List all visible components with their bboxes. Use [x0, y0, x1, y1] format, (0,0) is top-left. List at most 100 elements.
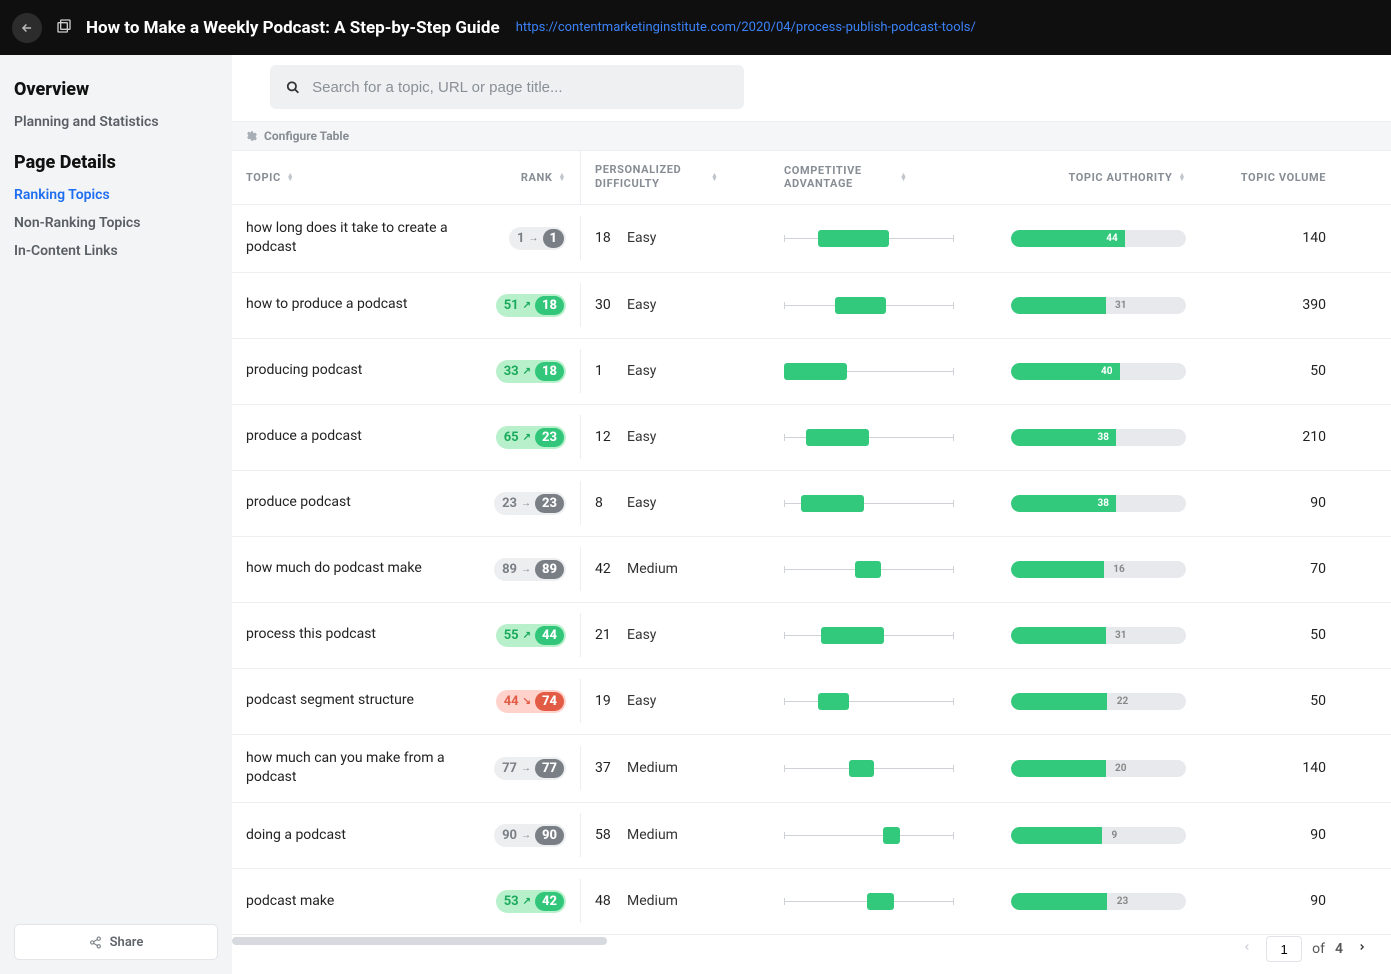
- cell-topic: produce podcast: [232, 479, 470, 527]
- ta-fill: [1011, 561, 1104, 578]
- col-topic-volume[interactable]: TOPIC VOLUME: [1200, 151, 1340, 204]
- table-row[interactable]: how long does it take to create a podcas…: [232, 205, 1391, 273]
- cell-topic-volume: 90: [1200, 481, 1340, 525]
- cell-competitive-advantage: [770, 754, 970, 783]
- ta-bar: 31: [1011, 297, 1186, 314]
- cell-topic-volume: 50: [1200, 613, 1340, 657]
- rank-arrow-icon: →: [521, 564, 531, 575]
- ca-bar: [784, 569, 954, 570]
- ta-bar: 31: [1011, 627, 1186, 644]
- ta-bar: 38: [1011, 495, 1186, 512]
- pd-label: Medium: [627, 561, 678, 577]
- table-row[interactable]: doing a podcast90→9058Medium990: [232, 803, 1391, 869]
- pd-label: Easy: [627, 363, 656, 379]
- cell-topic: doing a podcast: [232, 812, 470, 860]
- ca-bar: [784, 901, 954, 902]
- sidebar-heading-overview[interactable]: Overview: [14, 79, 218, 100]
- sidebar-item-ranking-topics[interactable]: Ranking Topics: [14, 181, 218, 209]
- rank-to: 89: [535, 560, 564, 579]
- page-input[interactable]: [1266, 936, 1302, 962]
- table-row[interactable]: how much do podcast make89→8942Medium167…: [232, 537, 1391, 603]
- back-button[interactable]: [12, 13, 42, 43]
- cell-personalized-difficulty: 8 Easy: [580, 481, 770, 525]
- table-row[interactable]: process this podcast55↗4421Easy3150: [232, 603, 1391, 669]
- sidebar-item-in-content-links[interactable]: In-Content Links: [14, 237, 218, 265]
- share-icon: [89, 936, 102, 949]
- cell-rank: 53↗42: [470, 876, 580, 927]
- col-personalized-difficulty[interactable]: PERSONALIZED DIFFICULTY▲▼: [580, 151, 770, 204]
- table-row[interactable]: producing podcast33↗181Easy4050: [232, 339, 1391, 405]
- search-input[interactable]: [312, 79, 728, 96]
- ca-bar: [784, 701, 954, 702]
- table-row[interactable]: how much can you make from a podcast77→7…: [232, 735, 1391, 803]
- cell-topic-volume: 50: [1200, 349, 1340, 393]
- ta-value: 23: [1111, 893, 1128, 910]
- cell-rank: 44↘74: [470, 676, 580, 727]
- ca-bar: [784, 503, 954, 504]
- table-row[interactable]: how to produce a podcast51↗1830Easy31390: [232, 273, 1391, 339]
- pd-value: 18: [595, 230, 617, 246]
- table-row[interactable]: podcast segment structure44↘7419Easy2250: [232, 669, 1391, 735]
- rank-pill: 44↘74: [496, 690, 566, 713]
- configure-table-button[interactable]: Configure Table: [232, 121, 1391, 151]
- cell-competitive-advantage: [770, 224, 970, 253]
- pd-value: 19: [595, 693, 617, 709]
- search-box[interactable]: [270, 65, 744, 109]
- rank-pill: 1→1: [509, 227, 566, 250]
- next-page-button[interactable]: [1353, 937, 1371, 961]
- pd-value: 21: [595, 627, 617, 643]
- table-row[interactable]: produce a podcast65↗2312Easy38210: [232, 405, 1391, 471]
- cell-competitive-advantage: [770, 687, 970, 716]
- cell-topic-authority: 31: [970, 283, 1200, 328]
- ta-value: 40: [1095, 363, 1112, 380]
- table-row[interactable]: podcast make53↗4248Medium2390: [232, 869, 1391, 935]
- pd-value: 8: [595, 495, 617, 511]
- ca-bar: [784, 635, 954, 636]
- cell-topic: how much can you make from a podcast: [232, 735, 470, 802]
- ta-fill: [1011, 627, 1106, 644]
- ta-value: 22: [1111, 693, 1128, 710]
- sidebar-item-planning[interactable]: Planning and Statistics: [14, 108, 218, 136]
- col-competitive-advantage[interactable]: COMPETITIVE ADVANTAGE▲▼: [770, 151, 970, 204]
- cell-topic: produce a podcast: [232, 413, 470, 461]
- cell-topic-volume: 50: [1200, 679, 1340, 723]
- cell-rank: 1→1: [470, 213, 580, 264]
- col-rank[interactable]: RANK▲▼: [470, 151, 580, 204]
- ca-fill: [883, 827, 900, 844]
- horizontal-scrollbar[interactable]: [232, 937, 1391, 947]
- sidebar-heading-page-details[interactable]: Page Details: [14, 152, 218, 173]
- ta-fill: [1011, 827, 1102, 844]
- page-url-link[interactable]: https://contentmarketinginstitute.com/20…: [516, 20, 976, 35]
- rank-arrow-icon: ↗: [523, 432, 531, 443]
- pd-label: Medium: [627, 760, 678, 776]
- rank-arrow-icon: →: [521, 498, 531, 509]
- gear-icon: [246, 130, 258, 142]
- ca-bar: [784, 371, 954, 372]
- cell-topic-authority: 40: [970, 349, 1200, 394]
- pd-value: 1: [595, 363, 617, 379]
- rank-pill: 53↗42: [496, 890, 566, 913]
- rank-from: 51: [504, 298, 519, 313]
- prev-page-button[interactable]: [1238, 937, 1256, 961]
- pd-label: Easy: [627, 429, 656, 445]
- sort-icon: ▲▼: [900, 173, 908, 181]
- ta-bar: 23: [1011, 893, 1186, 910]
- ta-value: 38: [1092, 495, 1109, 512]
- pd-label: Medium: [627, 893, 678, 909]
- cell-personalized-difficulty: 19Easy: [580, 679, 770, 723]
- pd-value: 37: [595, 760, 617, 776]
- ta-fill: [1011, 693, 1107, 710]
- ca-fill: [818, 693, 849, 710]
- col-topic[interactable]: TOPIC▲▼: [232, 151, 470, 204]
- chevron-left-icon: [1242, 941, 1252, 953]
- rank-pill: 55↗44: [496, 624, 566, 647]
- col-topic-authority[interactable]: TOPIC AUTHORITY▲▼: [970, 151, 1200, 204]
- ta-fill: [1011, 893, 1107, 910]
- pd-label: Easy: [627, 495, 656, 511]
- table-row[interactable]: produce podcast23→238Easy3890: [232, 471, 1391, 537]
- cell-rank: 89→89: [470, 544, 580, 595]
- share-button[interactable]: Share: [14, 924, 218, 960]
- cell-personalized-difficulty: 1 Easy: [580, 349, 770, 393]
- sidebar-item-non-ranking-topics[interactable]: Non-Ranking Topics: [14, 209, 218, 237]
- ta-value: 31: [1109, 297, 1126, 314]
